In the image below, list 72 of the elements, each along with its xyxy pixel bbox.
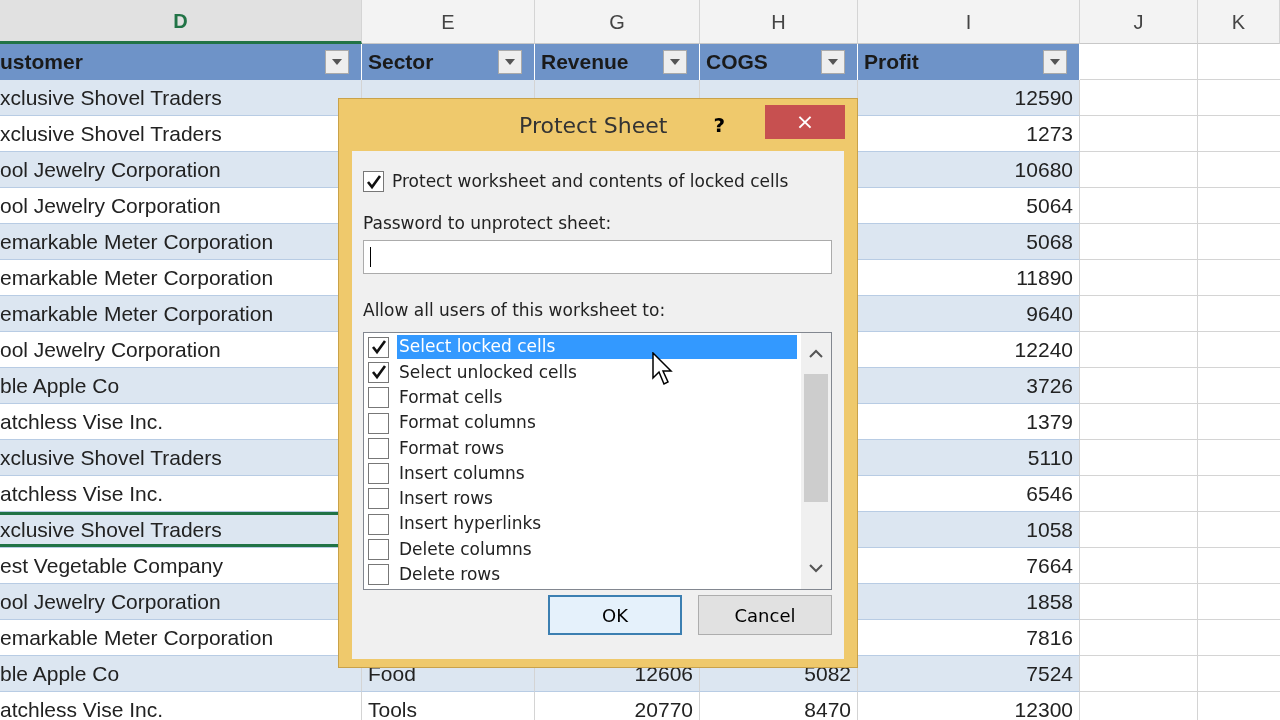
- list-item[interactable]: Format rows: [397, 436, 797, 461]
- cancel-button[interactable]: Cancel: [698, 595, 832, 635]
- ok-button[interactable]: OK: [548, 595, 682, 635]
- list-item[interactable]: Insert rows: [397, 486, 797, 511]
- filter-dropdown-button[interactable]: [663, 50, 687, 74]
- filter-dropdown-button[interactable]: [821, 50, 845, 74]
- mouse-cursor-icon: [652, 352, 674, 386]
- table-cell: xclusive Shovel Traders: [0, 80, 362, 116]
- checkbox[interactable]: [368, 513, 389, 535]
- dialog-title: Protect Sheet: [519, 111, 668, 140]
- table-cell: Tools: [362, 692, 535, 720]
- header-label: COGS: [706, 49, 768, 76]
- checkbox[interactable]: [368, 361, 389, 383]
- header-label: Profit: [864, 49, 919, 76]
- filter-dropdown-button[interactable]: [1043, 50, 1067, 74]
- checkbox[interactable]: [368, 463, 389, 485]
- table-cell: 12300: [858, 692, 1080, 720]
- help-button[interactable]: ?: [713, 110, 725, 140]
- password-field[interactable]: [363, 240, 832, 274]
- filter-dropdown-button[interactable]: [325, 50, 349, 74]
- column-header[interactable]: I: [858, 0, 1080, 44]
- list-item[interactable]: Insert hyperlinks: [397, 512, 797, 537]
- table-cell: 10680: [858, 152, 1080, 188]
- close-button[interactable]: ×: [765, 105, 845, 139]
- checkbox[interactable]: [368, 412, 389, 434]
- checkbox-label: Protect worksheet and contents of locked cells: [392, 170, 789, 193]
- list-item[interactable]: Delete columns: [397, 537, 797, 562]
- column-header[interactable]: J: [1080, 0, 1198, 44]
- table-cell: 20770: [535, 692, 700, 720]
- checkbox[interactable]: [368, 387, 389, 409]
- filter-dropdown-button[interactable]: [498, 50, 522, 74]
- list-item[interactable]: Format columns: [397, 411, 797, 436]
- scroll-up-icon[interactable]: [809, 349, 823, 358]
- table-cell: 5110: [858, 440, 1080, 476]
- checkbox[interactable]: [368, 336, 389, 358]
- table-cell: 3726: [858, 368, 1080, 404]
- column-header[interactable]: K: [1198, 0, 1280, 44]
- table-cell: 7524: [858, 656, 1080, 692]
- field-label: Password to unprotect sheet:: [363, 211, 613, 235]
- table-cell: 12590: [858, 80, 1080, 116]
- caret-icon: [828, 59, 838, 65]
- header-label: ustomer: [0, 49, 83, 76]
- list-label: Allow all users of this worksheet to:: [363, 299, 667, 322]
- text-cursor-icon: [370, 247, 371, 267]
- table-cell: ble Apple Co: [0, 656, 362, 692]
- caret-icon: [1050, 59, 1060, 65]
- table-cell: 1858: [858, 584, 1080, 620]
- table-cell: atchless Vise Inc.: [0, 692, 362, 720]
- list-item[interactable]: Delete rows: [397, 562, 797, 587]
- table-cell: 1058: [858, 512, 1080, 548]
- caret-icon: [670, 59, 680, 65]
- caret-icon: [332, 59, 342, 65]
- list-item[interactable]: Format cells: [397, 385, 797, 410]
- caret-icon: [505, 59, 515, 65]
- column-header[interactable]: E: [362, 0, 535, 44]
- table-cell: 9640: [858, 296, 1080, 332]
- checkbox[interactable]: [368, 437, 389, 459]
- list-item[interactable]: Select unlocked cells: [397, 360, 797, 385]
- scroll-down-icon[interactable]: [809, 563, 823, 573]
- column-header[interactable]: G: [535, 0, 700, 44]
- column-header[interactable]: H: [700, 0, 858, 44]
- table-cell: 5068: [858, 224, 1080, 260]
- checkbox[interactable]: [368, 488, 389, 510]
- header-label: Revenue: [541, 49, 629, 76]
- header-label: Sector: [368, 49, 434, 76]
- list-item[interactable]: Insert columns: [397, 461, 797, 486]
- table-cell: 8470: [700, 692, 858, 720]
- column-header[interactable]: D: [0, 0, 362, 44]
- checkbox[interactable]: [368, 539, 389, 560]
- scrollbar[interactable]: [801, 332, 831, 589]
- checkbox[interactable]: [368, 564, 389, 586]
- checkbox[interactable]: [363, 171, 384, 193]
